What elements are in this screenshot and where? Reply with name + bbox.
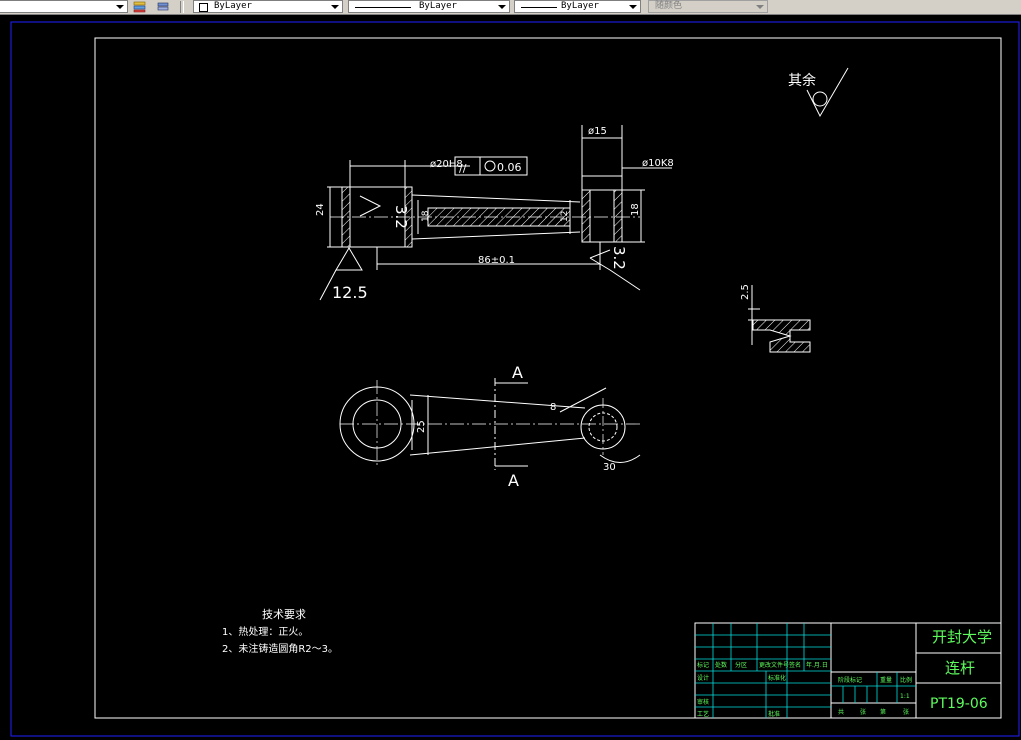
toolbar-separator <box>180 1 184 13</box>
circle-tolerance-icon <box>484 160 496 172</box>
dim-phi10-label: ø10K8 <box>642 158 674 169</box>
tb-count: 处数 <box>715 661 727 669</box>
tb-scale-header: 比例 <box>900 676 912 684</box>
tb-process: 工艺 <box>697 710 709 718</box>
title-block-grid <box>695 623 916 718</box>
drawing-frame <box>94 37 1002 719</box>
chevron-down-icon <box>116 5 124 9</box>
lineweight-label: ByLayer <box>561 1 599 11</box>
dim-18-right-label: 18 <box>630 203 641 216</box>
notes-item-2: 2、未注铸造圆角R2～3。 <box>222 642 338 655</box>
roughness-3-2-right-label: 3.2 <box>610 246 628 270</box>
tb-standard: 标准化 <box>768 674 786 682</box>
tb-weight: 重量 <box>880 676 892 684</box>
layer-manager-icon[interactable] <box>132 0 148 13</box>
dim-tolerance-value: 0.06 <box>497 161 522 174</box>
drawing-number: PT19-06 <box>930 696 988 712</box>
dim-2-5-label: 2.5 <box>740 284 751 300</box>
tb-zone: 分区 <box>735 661 747 669</box>
linetype-preview <box>355 7 411 8</box>
section-a-bottom-label: A <box>508 471 519 490</box>
tb-review: 审核 <box>697 698 709 706</box>
front-view <box>319 125 672 301</box>
color-control-dropdown[interactable]: ByLayer <box>193 0 343 13</box>
dim-phi15-label: ø15 <box>588 126 607 137</box>
dim-30-label: 30 <box>603 462 616 473</box>
tb-stage: 阶段标记 <box>838 676 862 684</box>
dim-12-label: 12 <box>560 211 570 222</box>
layer-previous-icon[interactable] <box>155 0 171 13</box>
dim-r8-label: 8 <box>550 402 556 413</box>
section-a-top-label: A <box>512 363 523 382</box>
chevron-down-icon <box>498 5 506 9</box>
properties-toolbar: ByLayer ByLayer ByLayer 随颜色 <box>0 0 1021 15</box>
lineweight-preview <box>521 7 557 8</box>
school-name: 开封大学 <box>932 628 992 646</box>
color-swatch-icon <box>199 3 208 12</box>
dim-length-label: 86±0.1 <box>478 255 515 266</box>
roughness-12-5-label: 12.5 <box>332 283 368 302</box>
color-control-label: ByLayer <box>214 1 252 11</box>
section-detail <box>748 285 811 353</box>
tb-date: 年.月.日 <box>806 661 828 669</box>
layer-dropdown[interactable] <box>0 0 128 13</box>
tb-approve: 批准 <box>768 710 780 718</box>
drawing-svg[interactable]: 其余 ø20H8 // 0.06 ø15 ø10K8 24 18 18 12 8… <box>0 15 1021 740</box>
dim-24-label: 24 <box>315 203 326 216</box>
tb-change: 更改文件号 <box>759 661 789 669</box>
linetype-label: ByLayer <box>419 1 457 11</box>
dim-25-label: 25 <box>416 420 427 433</box>
plot-style-label: 随颜色 <box>655 1 683 11</box>
plot-style-dropdown[interactable]: 随颜色 <box>648 0 768 13</box>
notes-title: 技术要求 <box>262 608 306 621</box>
dim-tolerance-symbol: // <box>459 162 467 175</box>
part-name: 连杆 <box>945 659 975 677</box>
model-space-canvas[interactable]: 其余 ø20H8 // 0.06 ø15 ø10K8 24 18 18 12 8… <box>0 15 1021 740</box>
tb-sign: 签名 <box>789 661 801 669</box>
roughness-symbol-general: 其余 <box>788 67 849 118</box>
tb-total: 共 <box>838 708 844 716</box>
scale-value: 1:1 <box>900 693 910 700</box>
tb-sheet-2: 张 <box>903 708 909 716</box>
notes-item-1: 1、热处理：正火。 <box>222 625 308 638</box>
chevron-down-icon <box>331 5 339 9</box>
tb-sheet: 张 <box>860 708 866 716</box>
chevron-down-icon <box>756 5 764 9</box>
tb-design: 设计 <box>697 674 709 682</box>
roughness-3-2-left-label: 3.2 <box>392 205 410 229</box>
top-view <box>339 378 641 470</box>
linetype-dropdown[interactable]: ByLayer <box>348 0 510 13</box>
dim-18-left-label: 18 <box>421 210 431 222</box>
tb-mark: 标记 <box>697 661 709 669</box>
lineweight-dropdown[interactable]: ByLayer <box>514 0 641 13</box>
roughness-other-label: 其余 <box>788 72 816 89</box>
chevron-down-icon <box>629 5 637 9</box>
dim-phi20-label: ø20H8 <box>430 159 463 170</box>
tb-of: 第 <box>880 708 886 716</box>
